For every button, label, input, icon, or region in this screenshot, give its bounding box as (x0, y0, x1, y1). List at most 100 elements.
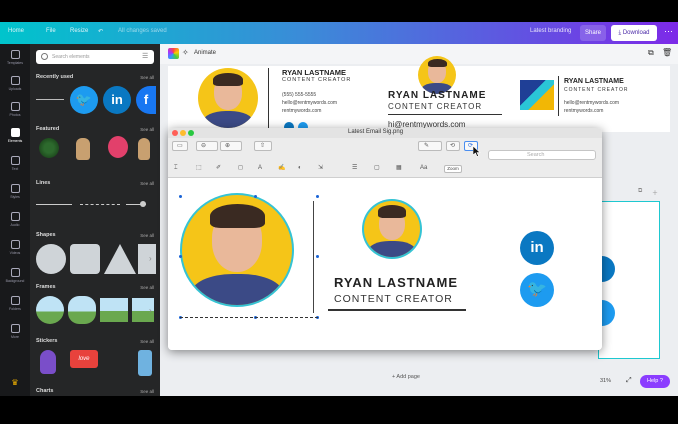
rail-item-photos[interactable]: Photos (0, 100, 30, 126)
headshot-photo[interactable] (198, 68, 258, 128)
featured-plant-sticker[interactable] (38, 136, 60, 160)
preview-titlebar[interactable]: Latest Email Sig.png (168, 128, 602, 138)
adjust-color-icon[interactable]: ◐ (298, 164, 302, 172)
design-title[interactable]: Latest branding (530, 28, 571, 34)
filter-icon[interactable]: ☰ (142, 53, 150, 61)
animate-button[interactable]: Animate (194, 50, 216, 56)
signature-name-center[interactable]: RYAN LASTNAME (388, 90, 486, 101)
signature-role-center[interactable]: CONTENT CREATOR (388, 102, 482, 111)
signature-role[interactable]: CONTENT CREATOR (282, 77, 351, 83)
brand-name[interactable]: RYAN LASTNAME (564, 78, 624, 85)
line-dashed[interactable] (80, 204, 120, 205)
sticker-cup[interactable] (138, 350, 152, 376)
resize-button[interactable]: Resize (70, 28, 88, 34)
preview-linkedin-icon[interactable]: in (520, 231, 554, 265)
sidebar-toggle-button[interactable]: ▭ (172, 141, 188, 151)
brand-email[interactable]: hello@rentmywords.com (564, 100, 619, 106)
headshot-photo-small[interactable] (418, 56, 456, 94)
markup-button[interactable]: ✎ (418, 141, 442, 151)
sticker-hand[interactable] (40, 350, 56, 374)
maximize-window-button[interactable] (188, 130, 194, 136)
selection-handle[interactable] (316, 195, 319, 198)
signature-site[interactable]: rentmywords.com (282, 108, 321, 114)
close-window-button[interactable] (172, 130, 178, 136)
recent-linkedin-element[interactable]: in (103, 86, 131, 114)
text-cursor-icon[interactable]: ⌶ (174, 164, 178, 172)
signature-name[interactable]: RYAN LASTNAME (282, 68, 346, 77)
chevron-right-icon[interactable]: › (149, 246, 157, 272)
zoom-level[interactable]: 31% (600, 378, 611, 384)
preview-search[interactable]: Search (488, 150, 596, 160)
brand-site[interactable]: rentmywords.com (564, 108, 603, 114)
rail-item-crown[interactable]: ♛ (0, 372, 30, 398)
zoom-box[interactable]: Zoom (444, 165, 462, 173)
brand-role[interactable]: CONTENT CREATOR (564, 87, 628, 93)
fill-color-icon[interactable]: ▦ (396, 164, 402, 172)
sketch-icon[interactable]: ✐ (216, 164, 221, 172)
zoom-out-button[interactable]: ⊖ (196, 141, 218, 151)
trash-icon[interactable]: 🗑 (662, 48, 673, 59)
help-button[interactable]: Help ? (640, 375, 670, 388)
color-picker-icon[interactable] (168, 48, 179, 59)
rail-item-videos[interactable]: Videos (0, 238, 30, 264)
rail-item-more[interactable]: More (0, 322, 30, 348)
frame-wave[interactable] (100, 298, 128, 322)
design-page[interactable]: RYAN LASTNAME CONTENT CREATOR (555) 555-… (168, 56, 670, 132)
rail-item-elements[interactable]: Elements (0, 126, 30, 152)
duplicate-icon[interactable]: ⧉ (648, 48, 659, 59)
preview-twitter-icon[interactable]: 🐦 (520, 273, 554, 307)
shape-circle[interactable] (36, 244, 66, 274)
select-icon[interactable]: ⬚ (196, 164, 202, 172)
shape-rounded-square[interactable] (70, 244, 100, 274)
home-button[interactable]: Home (8, 28, 24, 34)
page-add-icon[interactable]: ＋ (652, 188, 658, 197)
featured-hand2-sticker[interactable] (138, 138, 150, 160)
selection-handle[interactable] (179, 195, 182, 198)
file-menu[interactable]: File (46, 28, 56, 34)
undo-icon[interactable]: ↶ (98, 28, 103, 35)
sticker-love[interactable]: love (70, 350, 98, 368)
share-button[interactable]: Share (580, 25, 606, 41)
recent-twitter-element[interactable]: 🐦 (70, 86, 98, 114)
line-solid[interactable] (36, 204, 72, 205)
frame-circle[interactable] (36, 296, 64, 324)
see-all-shapes[interactable]: See all (140, 233, 154, 238)
see-all-frames[interactable]: See all (140, 285, 154, 290)
recent-facebook-element[interactable]: f (136, 86, 156, 114)
frame-blob[interactable] (68, 296, 96, 324)
see-all-lines[interactable]: See all (140, 181, 154, 186)
see-all-stickers[interactable]: See all (140, 339, 154, 344)
rail-item-audio[interactable]: Audio (0, 210, 30, 236)
line-style-icon[interactable]: ☰ (352, 164, 357, 172)
text-style-icon[interactable]: Aa (420, 164, 427, 172)
share-preview-button[interactable]: ⇧ (254, 141, 272, 151)
minimize-window-button[interactable] (180, 130, 186, 136)
sign-icon[interactable]: ✍ (278, 164, 285, 172)
preview-role[interactable]: CONTENT CREATOR (334, 293, 453, 305)
download-button[interactable]: ⤓ Download (611, 25, 657, 41)
zoom-in-button[interactable]: ⊕ (220, 141, 242, 151)
rotate-button[interactable]: ⟲ (446, 141, 460, 151)
rail-item-folders[interactable]: Folders (0, 294, 30, 320)
featured-face-sticker[interactable] (108, 136, 128, 158)
rail-item-styles[interactable]: Styles (0, 182, 30, 208)
preview-headshot-small[interactable] (364, 201, 420, 257)
shape-triangle[interactable] (104, 244, 136, 274)
preview-name[interactable]: RYAN LASTNAME (334, 275, 458, 290)
shapes-tool-icon[interactable]: ◻ (238, 164, 243, 172)
animate-icon[interactable]: ✧ (182, 48, 193, 59)
rail-item-text[interactable]: Text (0, 154, 30, 180)
see-all-featured[interactable]: See all (140, 127, 154, 132)
selection-handle[interactable] (316, 255, 319, 258)
preview-headshot[interactable] (182, 195, 292, 305)
signature-phone[interactable]: (555) 555-5555 (282, 92, 316, 98)
selection-handle[interactable] (179, 255, 182, 258)
add-page-button[interactable]: + Add page (392, 374, 420, 380)
elements-search[interactable]: Search elements ☰ (36, 50, 154, 64)
see-all-charts[interactable]: See all (140, 389, 154, 394)
featured-hand-sticker[interactable] (76, 138, 90, 160)
adjust-size-icon[interactable]: ⇲ (318, 164, 323, 172)
design-page-selected[interactable] (589, 201, 660, 359)
rail-item-templates[interactable]: Templates (0, 48, 30, 74)
recent-line-element[interactable] (36, 99, 64, 100)
